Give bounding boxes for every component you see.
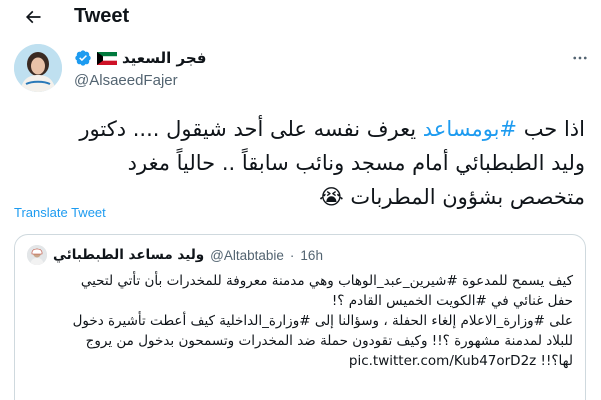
tweet-author: فجر السعيد @AlsaeedFajer: [14, 44, 594, 100]
translate-tweet-link[interactable]: Translate Tweet: [14, 205, 106, 220]
quoted-display-name: وليد مساعد الطبطبائي: [53, 247, 205, 263]
quoted-line-4: للبلاد لمدمنة مشهورة ؟!! وكيف تقودون حمل…: [85, 333, 573, 349]
arrow-left-icon: [25, 10, 41, 24]
tweet-line-2: وليد الطبطبائي أمام مسجد ونائب سابقاً ..…: [127, 151, 585, 175]
quoted-line-3: على #وزارة_الاعلام إلغاء الحفلة ، وسؤالن…: [72, 313, 573, 329]
tweet-text: اذا حب #بومساعد يعرف نفسه على أحد شيقول …: [16, 112, 585, 214]
pic-link[interactable]: pic.twitter.com/Kub47orD2z: [349, 353, 536, 369]
page-title: Tweet: [74, 5, 130, 27]
quoted-timestamp: 16h: [300, 247, 323, 263]
quoted-line-1: كيف يسمح للمدعوة #شيرين_عبد_الوهاب وهي م…: [80, 273, 573, 289]
quoted-tweet-header: وليد مساعد الطبطبائي @Altabtabie · 16h: [27, 245, 323, 265]
author-names: فجر السعيد @AlsaeedFajer: [74, 47, 374, 89]
author-handle[interactable]: @AlsaeedFajer: [74, 72, 374, 89]
quoted-handle: @Altabtabie: [210, 247, 284, 263]
more-icon: [573, 56, 587, 60]
tweet-header: Tweet: [0, 0, 601, 34]
quoted-avatar: [27, 245, 47, 265]
quoted-tweet[interactable]: وليد مساعد الطبطبائي @Altabtabie · 16h ك…: [14, 234, 586, 400]
avatar[interactable]: [14, 44, 62, 92]
separator-dot: ·: [289, 247, 295, 263]
more-button[interactable]: [568, 46, 592, 70]
verified-badge-icon: [75, 50, 91, 66]
author-display-name[interactable]: فجر السعيد: [122, 49, 206, 67]
crying-emoji: 😭: [319, 185, 344, 209]
hashtag-link[interactable]: #بومساعد: [423, 117, 517, 141]
back-button[interactable]: [22, 6, 44, 28]
quoted-tweet-text: كيف يسمح للمدعوة #شيرين_عبد_الوهاب وهي م…: [27, 271, 573, 371]
tweet-line-1: اذا حب #بومساعد يعرف نفسه على أحد شيقول …: [79, 117, 585, 141]
quoted-line-2: حفل غنائي في #الكويت الخميس القادم ؟!: [331, 293, 573, 309]
quoted-line-5: لها؟!! pic.twitter.com/Kub47orD2z: [348, 353, 573, 369]
kuwait-flag-icon: [97, 51, 117, 65]
